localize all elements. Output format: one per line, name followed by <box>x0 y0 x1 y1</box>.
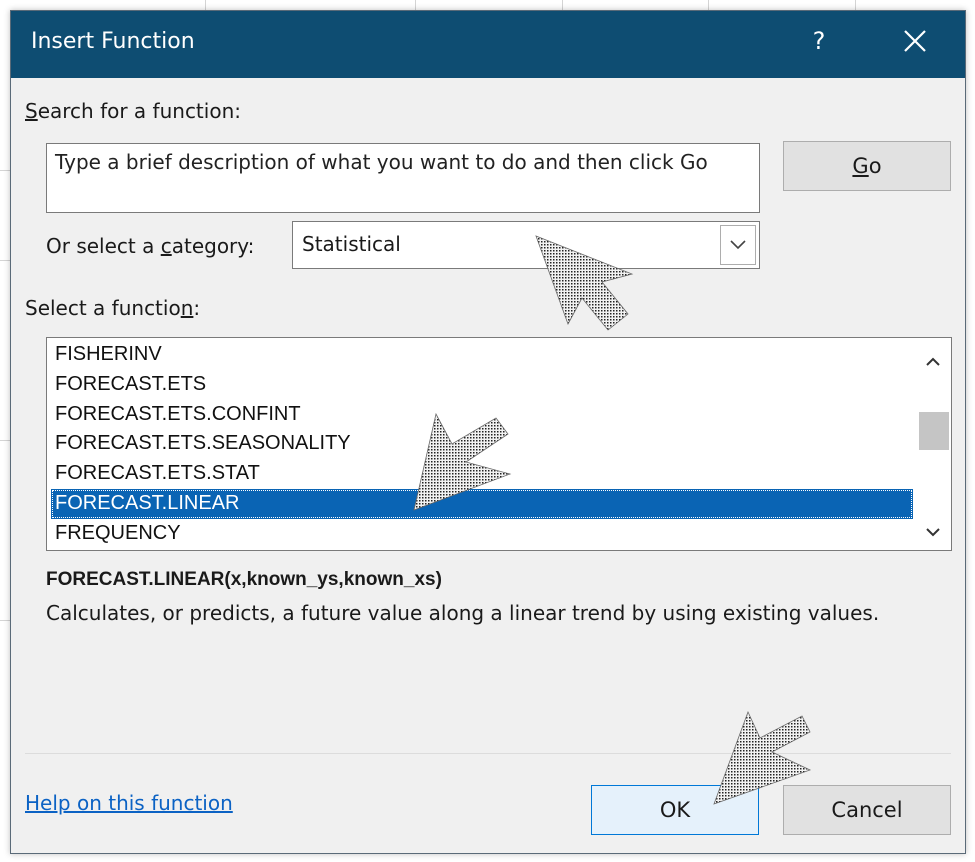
category-select[interactable]: Statistical <box>292 221 760 269</box>
close-button[interactable] <box>899 25 931 57</box>
category-label-accel: c <box>160 234 172 258</box>
list-item[interactable]: FORECAST.ETS.STAT <box>51 459 913 489</box>
insert-function-dialog: Insert Function ? Search for a function:… <box>10 10 966 854</box>
function-signature: FORECAST.LINEAR(x,known_ys,known_xs) <box>46 569 442 590</box>
ok-button[interactable]: OK <box>591 785 759 835</box>
list-item[interactable]: FORECAST.ETS <box>51 370 913 400</box>
search-label: Search for a function: <box>25 99 241 123</box>
function-description: Calculates, or predicts, a future value … <box>46 601 880 625</box>
grid-line <box>0 170 10 171</box>
function-list-label-text: Select a functio <box>25 296 181 320</box>
function-list[interactable]: FISHERINV FORECAST.ETS FORECAST.ETS.CONFIN… <box>46 337 952 551</box>
list-item[interactable]: FORECAST.ETS.CONFINT <box>51 400 913 430</box>
divider <box>25 753 951 754</box>
function-list-items: FISHERINV FORECAST.ETS FORECAST.ETS.CONFIN… <box>51 340 913 549</box>
scroll-thumb[interactable] <box>919 412 949 450</box>
go-button-accel: G <box>852 154 869 178</box>
chevron-up-icon <box>926 357 940 366</box>
list-item[interactable]: FREQUENCY <box>51 519 913 549</box>
grid-line <box>415 0 416 10</box>
chevron-down-icon <box>730 240 746 250</box>
go-button-text: o <box>868 154 882 178</box>
category-dropdown-button[interactable] <box>720 225 756 265</box>
function-list-label-accel: n <box>180 296 194 320</box>
help-on-function-link[interactable]: Help on this function <box>25 791 233 815</box>
close-icon <box>904 30 926 52</box>
title-bar[interactable]: Insert Function ? <box>11 11 965 78</box>
grid-line <box>855 0 856 10</box>
dialog-title: Insert Function <box>31 29 195 54</box>
help-button[interactable]: ? <box>807 27 831 55</box>
search-input[interactable]: Type a brief description of what you wan… <box>46 143 760 213</box>
grid-line <box>205 0 206 10</box>
grid-line <box>0 440 10 441</box>
scroll-up-button[interactable] <box>915 344 951 380</box>
list-item-selected[interactable]: FORECAST.LINEAR <box>51 488 913 519</box>
scroll-down-button[interactable] <box>915 514 951 550</box>
grid-line <box>0 620 10 621</box>
grid-line <box>562 0 563 10</box>
category-label-text-end: ategory: <box>171 234 255 258</box>
function-list-label: Select a function: <box>25 296 200 320</box>
search-label-accel: S <box>25 99 38 123</box>
function-list-scrollbar[interactable] <box>915 338 951 550</box>
search-label-text: earch for a function: <box>37 99 241 123</box>
cancel-button[interactable]: Cancel <box>783 785 951 835</box>
go-button[interactable]: Go <box>783 141 951 191</box>
chevron-down-icon <box>926 528 940 537</box>
grid-line <box>0 260 10 261</box>
list-item[interactable]: FORECAST.ETS.SEASONALITY <box>51 429 913 459</box>
category-value: Statistical <box>302 232 401 256</box>
grid-line <box>708 0 709 10</box>
function-list-label-colon: : <box>193 296 201 320</box>
category-label: Or select a category: <box>46 234 254 258</box>
category-label-text: Or select a <box>46 234 161 258</box>
list-item[interactable]: FISHERINV <box>51 340 913 370</box>
